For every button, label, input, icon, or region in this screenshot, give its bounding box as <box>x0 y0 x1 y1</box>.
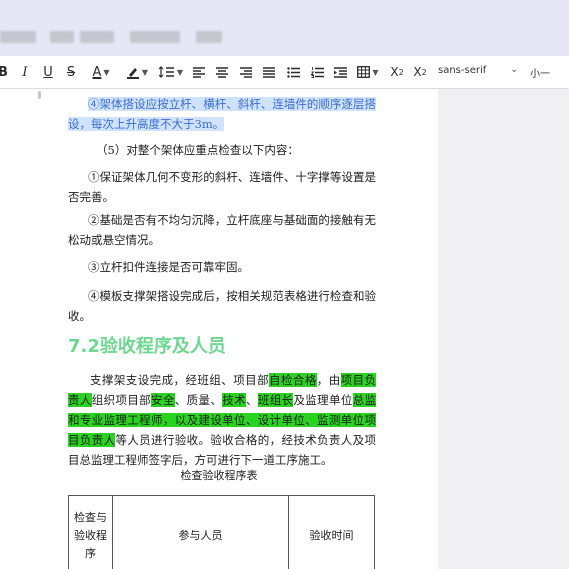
paragraph[interactable]: （5）对整个架体应重点检查以下内容： <box>68 140 376 160</box>
table-header-cell[interactable]: 检查与验收程序 <box>69 496 113 569</box>
align-justify-button[interactable] <box>262 63 276 81</box>
chevron-down-icon: ▼ <box>176 67 184 77</box>
paragraph[interactable]: ③立杆扣件连接是否可靠牢固。 <box>68 257 376 277</box>
font-color-button[interactable]: A ▼ <box>88 63 114 81</box>
highlighted-text: 自检合格 <box>269 373 317 387</box>
font-size-select[interactable]: 小一 <box>530 65 550 80</box>
font-family-select[interactable]: sans-serif <box>438 65 486 76</box>
line-height-button[interactable]: ▼ <box>158 63 184 81</box>
blurred-tab[interactable] <box>130 31 180 43</box>
paragraph[interactable]: 支撑架支设完成，经班组、项目部自检合格，由项目负责人组织项目部安全、质量、技术、… <box>68 370 377 470</box>
paragraph-text: ④模板支撑架搭设完成后，按相关规范表格进行检查和验收。 <box>68 289 376 323</box>
paragraph-text: 组织项目部 <box>91 393 152 407</box>
paragraph[interactable]: ④模板支撑架搭设完成后，按相关规范表格进行检查和验收。 <box>68 286 376 326</box>
table-header-cell[interactable]: 参与人员 <box>113 496 289 569</box>
table-header-cell[interactable]: 验收时间 <box>289 496 374 569</box>
section-heading[interactable]: 7.2验收程序及人员 <box>68 332 226 358</box>
align-justify-icon <box>263 66 275 78</box>
editor-window: B I U S A ▼ ▼ ▼ ▼ X 2 X 2 sans-serif ⌄ 小… <box>0 0 569 569</box>
table-icon <box>357 66 371 78</box>
paragraph-text: 、 <box>245 393 258 407</box>
underline-button[interactable]: U <box>41 63 55 81</box>
paragraph[interactable]: ①保证架体几何不变形的斜杆、连墙件、十字撑等设置是否完善。 <box>68 167 376 207</box>
blurred-tab[interactable] <box>50 31 74 43</box>
inspection-table[interactable]: 检查与验收程序 参与人员 验收时间 <box>68 495 375 569</box>
paragraph-text: ，由 <box>316 373 341 387</box>
numbered-list-button[interactable] <box>310 63 324 81</box>
blurred-tab[interactable] <box>196 31 222 43</box>
highlighter-icon <box>126 68 139 79</box>
align-center-icon <box>216 66 228 78</box>
scrollbar-thumb[interactable] <box>38 91 41 99</box>
bullet-list-icon <box>286 66 300 78</box>
paragraph-text: （5）对整个架体应重点检查以下内容： <box>96 143 299 157</box>
title-bar <box>0 0 569 56</box>
indent-icon <box>333 66 347 78</box>
line-height-icon <box>158 66 174 78</box>
align-center-button[interactable] <box>215 63 229 81</box>
paragraph-text: ①保证架体几何不变形的斜杆、连墙件、十字撑等设置是否完善。 <box>68 170 376 204</box>
paragraph[interactable]: ②基础是否有不均匀沉降，立杆底座与基础面的接触有无松动或悬空情况。 <box>68 210 376 250</box>
align-right-icon <box>240 66 252 78</box>
selected-text[interactable]: ④架体搭设应按立杆、横杆、斜杆、连墙件的顺序逐层搭设，每次上升高度不大于3m。 <box>68 97 376 131</box>
highlighted-text: 安全 <box>151 393 175 407</box>
superscript-button[interactable]: X2 <box>412 63 428 81</box>
blurred-tab[interactable] <box>0 31 36 43</box>
bold-button[interactable]: B <box>0 63 10 81</box>
highlighted-text: 技术 <box>222 393 246 407</box>
indent-button[interactable] <box>333 63 347 81</box>
chevron-down-icon[interactable]: ⌄ <box>510 64 518 75</box>
table-button[interactable]: ▼ <box>355 63 381 81</box>
table-caption: 检查验收程序表 <box>180 469 258 482</box>
highlight-color-button[interactable]: ▼ <box>122 63 152 81</box>
highlighted-text: 班组长 <box>257 393 294 407</box>
strikethrough-button[interactable]: S <box>64 63 78 81</box>
font-color-icon: A <box>92 64 102 80</box>
formatting-toolbar: B I U S A ▼ ▼ ▼ ▼ X 2 X 2 sans-serif ⌄ 小… <box>0 56 569 89</box>
chevron-down-icon: ▼ <box>141 67 149 77</box>
paragraph-text: 及监理单位 <box>293 393 353 407</box>
paragraph[interactable]: ④架体搭设应按立杆、横杆、斜杆、连墙件的顺序逐层搭设，每次上升高度不大于3m。 <box>68 94 376 134</box>
chevron-down-icon: ▼ <box>372 67 379 77</box>
numbered-list-icon <box>310 66 324 78</box>
paragraph-text: 、质量、 <box>174 393 223 407</box>
paragraph-text: 等人员进行验收。验收合格的，经技术负责人及项目总监理工程师签字后，方可进行下一道… <box>68 433 377 467</box>
paragraph-text: ③立杆扣件连接是否可靠牢固。 <box>88 260 249 274</box>
align-right-button[interactable] <box>239 63 253 81</box>
chevron-down-icon: ▼ <box>103 67 110 77</box>
paragraph-text: 支撑架支设完成，经班组、项目部 <box>90 373 270 387</box>
blurred-tab[interactable] <box>80 31 114 43</box>
italic-button[interactable]: I <box>18 63 32 81</box>
paragraph-text: ②基础是否有不均匀沉降，立杆底座与基础面的接触有无松动或悬空情况。 <box>68 213 376 247</box>
bullet-list-button[interactable] <box>286 63 300 81</box>
align-left-button[interactable] <box>192 63 206 81</box>
align-left-icon <box>193 66 205 78</box>
subscript-button[interactable]: X2 <box>389 63 405 81</box>
